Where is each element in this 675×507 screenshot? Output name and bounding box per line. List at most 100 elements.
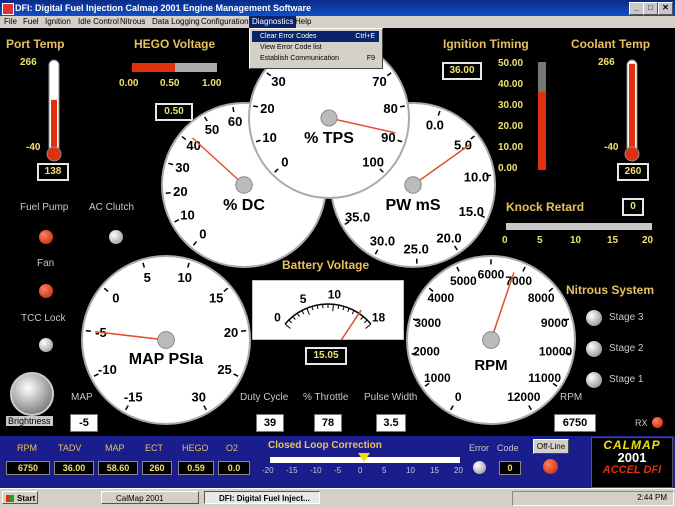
tab-map[interactable]: MAP xyxy=(105,443,125,453)
closed-loop-tick-label: -15 xyxy=(286,466,298,475)
map-gauge-hub xyxy=(158,332,175,349)
tps-gauge-tick-mark xyxy=(400,106,405,107)
tps-gauge-hub xyxy=(321,110,337,126)
pulse-width-gauge-tick-label: 30.0 xyxy=(370,234,395,249)
knock-retard-bar xyxy=(506,223,652,230)
tab-ect[interactable]: ECT xyxy=(145,443,163,453)
tab-o2[interactable]: O2 xyxy=(226,443,238,453)
tab-tadv[interactable]: TADV xyxy=(58,443,81,453)
tab-rpm[interactable]: RPM xyxy=(17,443,37,453)
knock-retard-value: 0 xyxy=(622,198,644,216)
ac-clutch-led xyxy=(109,230,123,244)
closed-loop-pointer[interactable] xyxy=(358,453,370,462)
rpm-gauge-tick-label: 9000 xyxy=(541,316,568,330)
tps-gauge-label: % TPS xyxy=(304,130,354,147)
tps-gauge-tick-label: 30 xyxy=(271,74,285,89)
closed-loop-tick-label: -10 xyxy=(310,466,322,475)
maximize-button[interactable]: □ xyxy=(643,2,658,15)
start-button[interactable]: Start xyxy=(2,491,38,504)
rpm-gauge-tick-label: 11000 xyxy=(528,371,561,385)
bottom-hego-value: 0.59 xyxy=(178,461,214,475)
menu-data-logging[interactable]: Data Logging xyxy=(152,16,200,28)
tps-gauge-tick-label: 70 xyxy=(372,74,386,89)
rpm-gauge-tick-label: 8000 xyxy=(528,291,555,305)
battery-tick-label: 10 xyxy=(328,287,342,301)
closed-loop-tick-label: -5 xyxy=(334,466,341,475)
pulse-width-gauge-label: PW mS xyxy=(385,197,440,214)
knock-tick-0: 0 xyxy=(502,235,508,246)
dashboard-panel: Port Temp 266 -40 138 HEGO Voltage 0.00 … xyxy=(0,28,675,436)
nitrous-system-label: Nitrous System xyxy=(566,283,654,297)
offline-button[interactable]: Off-Line xyxy=(533,439,569,454)
task-calmap[interactable]: CalMap 2001 xyxy=(101,491,199,504)
close-button[interactable]: ✕ xyxy=(658,2,673,15)
knock-tick-10: 10 xyxy=(570,235,581,246)
menu-clear-error-codes[interactable]: Clear Error Codes Ctrl+E xyxy=(252,31,379,42)
bottom-rpm-value: 6750 xyxy=(6,461,50,475)
window-title: DFI: Digital Fuel Injection Calmap 2001 … xyxy=(15,0,311,16)
map-gauge-tick-label: 10 xyxy=(178,270,192,285)
task-dfi[interactable]: DFI: Digital Fuel Inject... xyxy=(204,491,320,504)
map-gauge-tick-label: -15 xyxy=(124,389,143,404)
battery-tick-label: 18 xyxy=(372,311,386,325)
tab-hego[interactable]: HEGO xyxy=(182,443,209,453)
clock: 2:44 PM xyxy=(637,493,667,502)
throttle-label: % Throttle xyxy=(303,392,348,403)
closed-loop-tick-label: 15 xyxy=(430,466,439,475)
knock-tick-20: 20 xyxy=(642,235,653,246)
task-label: DFI: Digital Fuel Inject... xyxy=(219,494,310,503)
brightness-label: Brightness xyxy=(6,416,53,426)
rx-label: RX xyxy=(635,418,648,428)
duty-cycle-gauge-hub xyxy=(236,177,252,193)
menu-idle-control[interactable]: Idle Control xyxy=(78,16,119,28)
bottom-ect-value: 260 xyxy=(142,461,172,475)
map-gauge-tick-label: 30 xyxy=(192,389,206,404)
tps-gauge-tick-mark xyxy=(253,106,258,107)
menu-establish-communication[interactable]: Establish Communication F9 xyxy=(252,53,379,64)
rx-led xyxy=(652,417,663,428)
menu-nitrous[interactable]: Nitrous xyxy=(120,16,145,28)
rpm-gauge-tick-label: 3000 xyxy=(414,316,441,330)
minimize-button[interactable]: _ xyxy=(629,2,644,15)
menu-fuel[interactable]: Fuel xyxy=(23,16,39,28)
menu-file[interactable]: File xyxy=(4,16,17,28)
brightness-knob[interactable] xyxy=(10,372,54,416)
menu-ignition[interactable]: Ignition xyxy=(45,16,71,28)
gauges-layer: 0102030405060708090100% DC 0.05.010.015.… xyxy=(0,28,675,436)
menu-view-error-code-list[interactable]: View Error Code list xyxy=(252,42,379,53)
system-tray: 2:44 PM xyxy=(512,491,674,506)
rpm-gauge-hub xyxy=(483,332,500,349)
menu-help[interactable]: Help xyxy=(295,16,311,28)
nitrous-stage1-label: Stage 1 xyxy=(609,374,643,385)
knock-retard-label: Knock Retard xyxy=(506,200,584,214)
menu-item-label: Establish Communication xyxy=(260,55,339,62)
ac-clutch-label: AC Clutch xyxy=(89,202,134,213)
pulse-width-value: 3.5 xyxy=(376,414,406,432)
pulse-width-gauge-tick-label: 25.0 xyxy=(404,241,429,256)
battery-tick-mark xyxy=(333,304,334,311)
map-gauge-tick-label: -10 xyxy=(98,362,117,377)
duty-cycle-gauge-tick-label: 0 xyxy=(199,227,206,242)
pulse-width-gauge-tick-label: 0.0 xyxy=(426,117,444,132)
duty-cycle-label: Duty Cycle xyxy=(240,392,288,403)
battery-voltage-label: Battery Voltage xyxy=(282,258,369,272)
map-gauge-tick-mark xyxy=(241,331,246,332)
battery-tick-label: 5 xyxy=(300,292,307,306)
closed-loop-tick-label: -20 xyxy=(262,466,274,475)
diagnostics-dropdown: Clear Error Codes Ctrl+E View Error Code… xyxy=(249,28,383,69)
menu-diagnostics[interactable]: Diagnostics xyxy=(249,16,296,28)
rpm-gauge-tick-label: 6000 xyxy=(478,268,505,282)
battery-voltage-meter: 051018 xyxy=(252,280,404,340)
map-gauge-tick-label: 0 xyxy=(112,290,119,305)
code-label: Code xyxy=(497,443,519,453)
map-gauge-tick-label: 15 xyxy=(209,290,223,305)
menu-item-label: View Error Code list xyxy=(260,44,322,51)
throttle-value: 78 xyxy=(314,414,342,432)
rpm-gauge-tick-label: 1000 xyxy=(424,371,451,385)
pulse-width-label: Pulse Width xyxy=(364,392,417,403)
map-readout-value: -5 xyxy=(70,414,98,432)
menu-configuration[interactable]: Configuration xyxy=(201,16,249,28)
menu-item-shortcut: Ctrl+E xyxy=(355,31,375,42)
closed-loop-tick-label: 10 xyxy=(406,466,415,475)
map-gauge-tick-label: 20 xyxy=(224,325,238,340)
